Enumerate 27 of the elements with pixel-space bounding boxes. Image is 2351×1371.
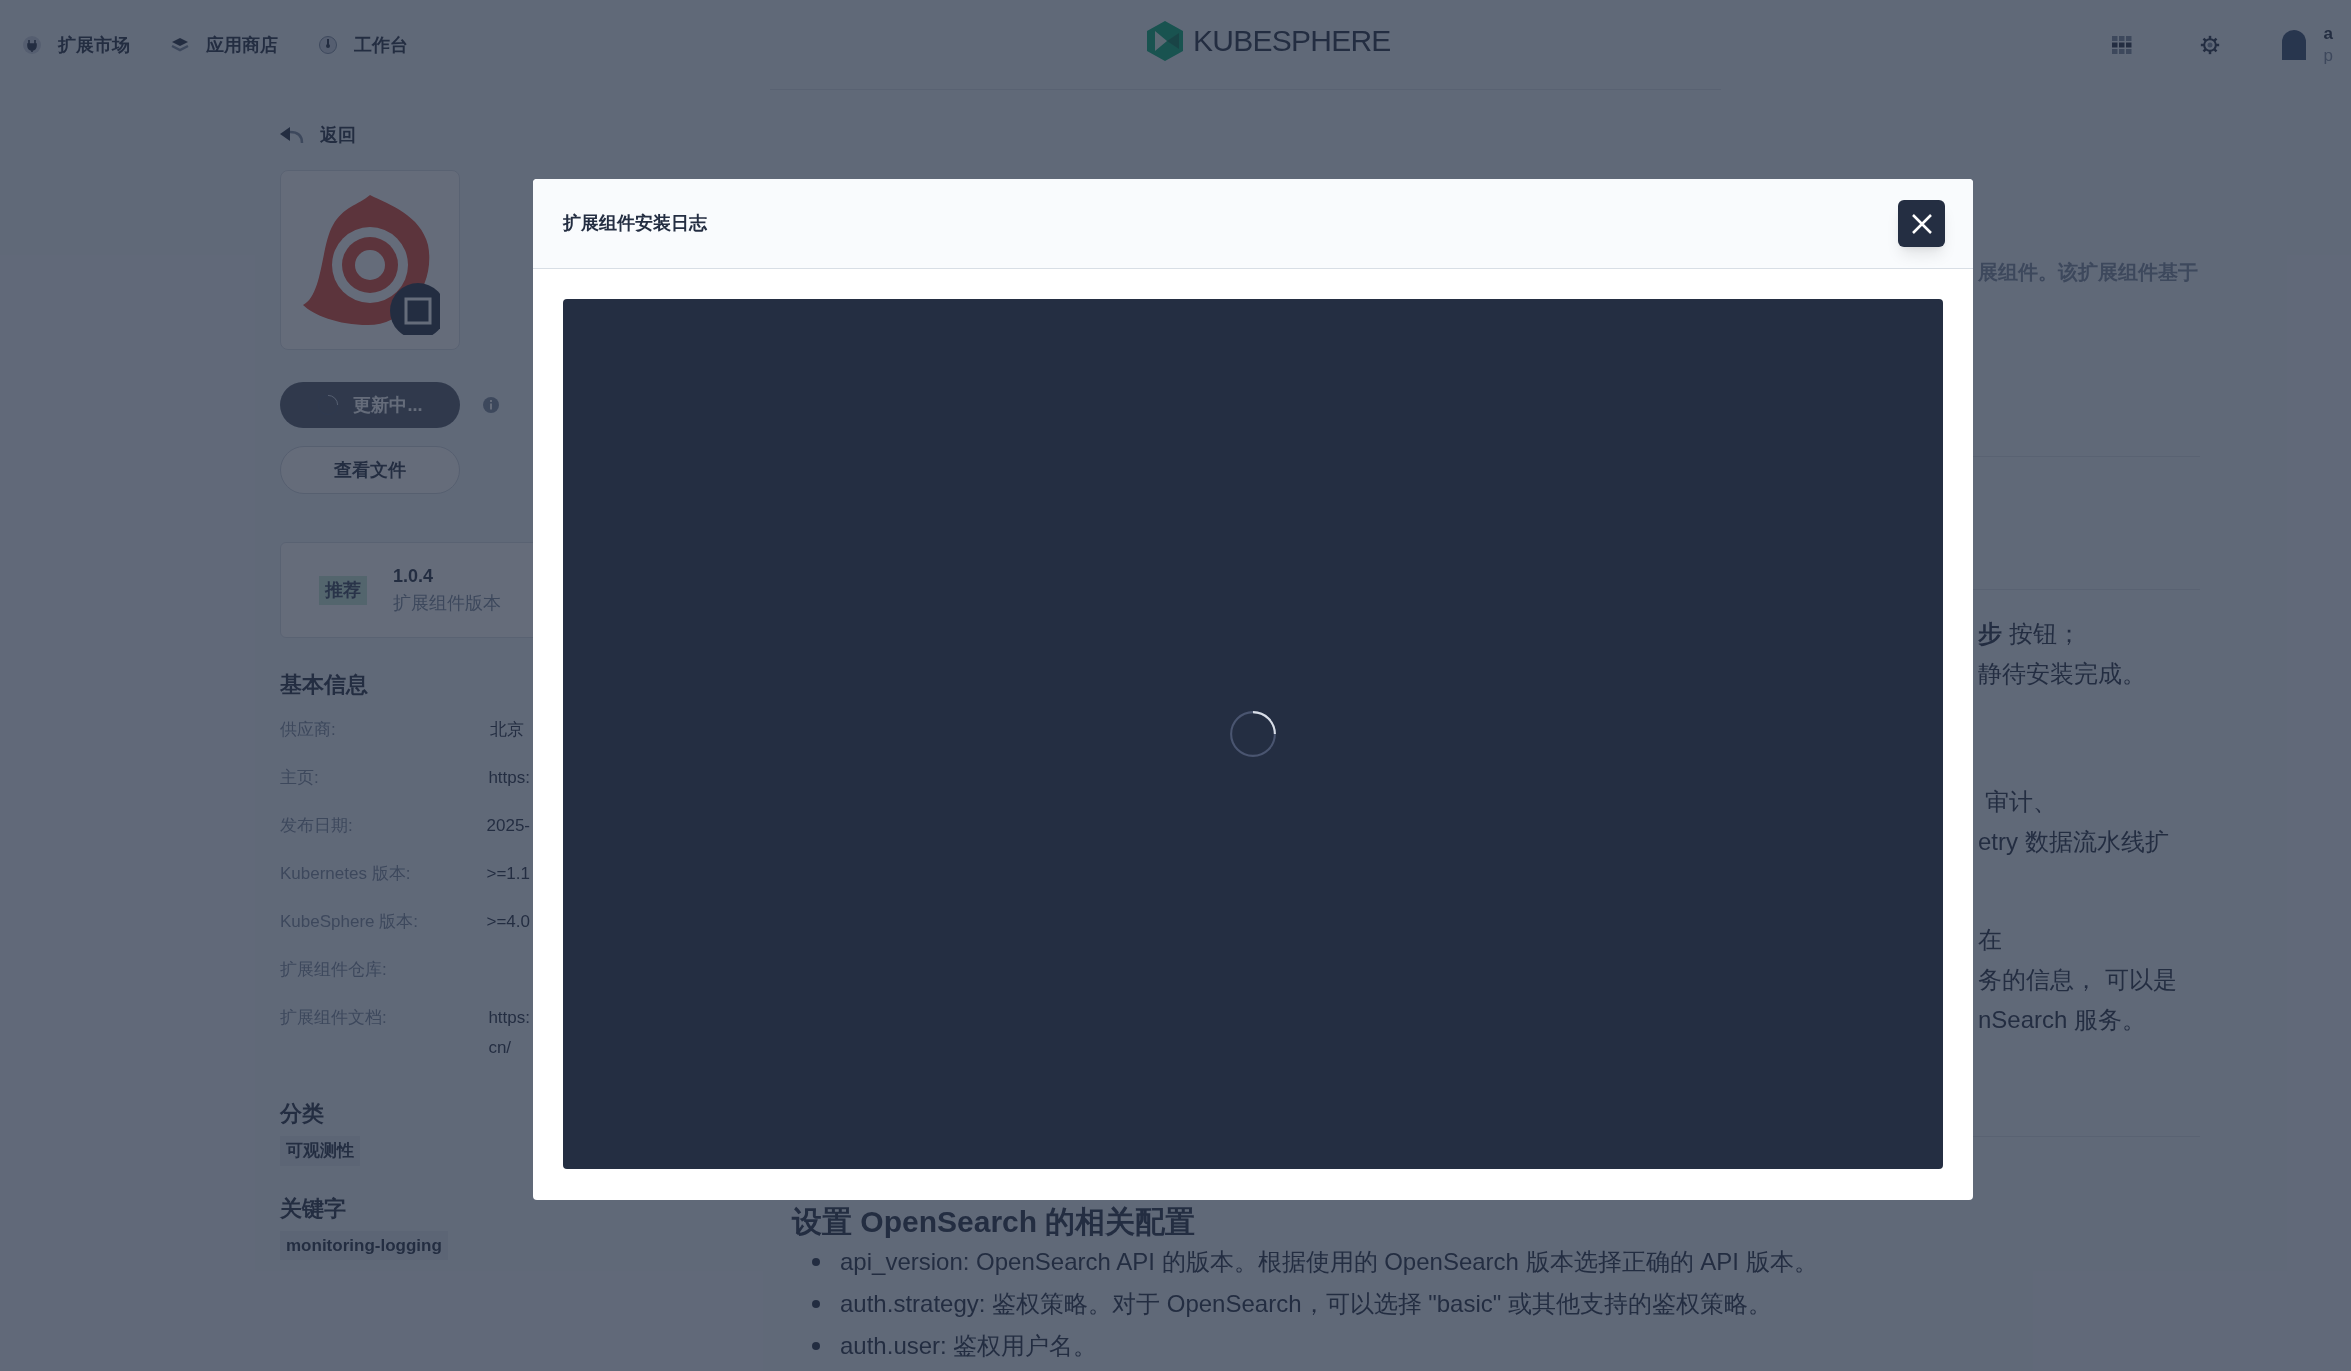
info-value: https: bbox=[488, 767, 530, 789]
description-text: 在 bbox=[1978, 925, 2003, 955]
info-value: cn/ bbox=[488, 1037, 513, 1059]
user-name: a bbox=[2323, 23, 2333, 45]
bullet-text: auth.strategy: 鉴权策略。对于 OpenSearch，可以选择 "basic" 或其他支持的鉴权策略。 bbox=[840, 1289, 1772, 1319]
description-text: 审计、 bbox=[1983, 787, 2058, 817]
info-value: https: bbox=[488, 1007, 530, 1029]
logo-text: KUBESPHERE bbox=[1193, 23, 1391, 59]
dialog-title: 扩展组件安装日志 bbox=[563, 212, 707, 235]
section-title: 关键字 bbox=[280, 1194, 347, 1223]
version-number: 1.0.4 bbox=[393, 565, 435, 588]
info-value: >=4.0 bbox=[486, 911, 530, 933]
close-icon bbox=[1910, 212, 1933, 235]
bullet-text: api_version: OpenSearch API 的版本。根据使用的 OpenSearch 版本选择正确的 API 版本。 bbox=[840, 1247, 1818, 1277]
close-button[interactable] bbox=[1898, 200, 1945, 247]
description-text: nSearch 服务。 bbox=[1978, 1005, 2148, 1035]
info-value: 2025- bbox=[486, 815, 530, 837]
description-text: 静待安装完成。 bbox=[1978, 659, 2147, 689]
description-text: 步 按钮； bbox=[1978, 619, 2082, 649]
section-title: 基本信息 bbox=[280, 671, 369, 699]
description-text: 务的信息， 可以是 bbox=[1978, 965, 2178, 995]
info-value: >=1.1 bbox=[486, 863, 530, 885]
section-heading: 设置 OpenSearch 的相关配置 bbox=[792, 1204, 1197, 1240]
section-title: 分类 bbox=[280, 1100, 325, 1128]
description-text: etry 数据流水线扩 bbox=[1978, 827, 2170, 857]
bullet-text: auth.user: 鉴权用户名。 bbox=[840, 1331, 1098, 1361]
info-value: 北京 bbox=[490, 719, 524, 741]
